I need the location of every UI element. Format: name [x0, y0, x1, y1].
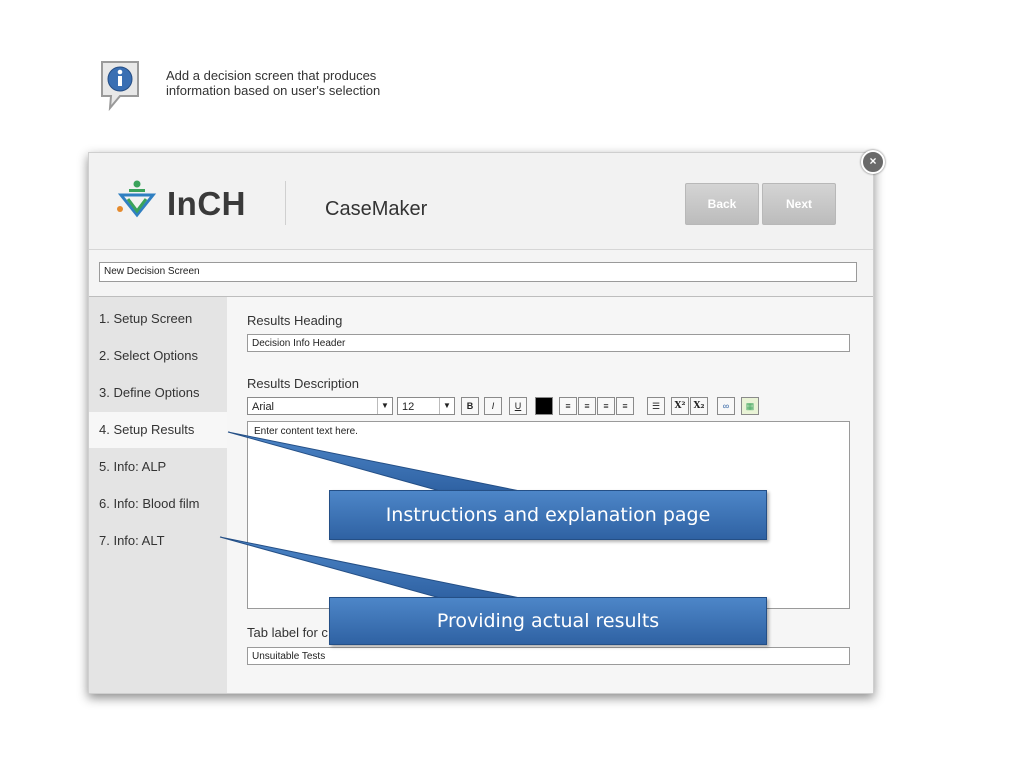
image-icon[interactable]: ▦	[741, 397, 759, 415]
chevron-down-icon: ▼	[377, 398, 392, 414]
close-button[interactable]: ×	[861, 150, 885, 174]
results-heading-input[interactable]: Decision Info Header	[247, 334, 850, 352]
back-button[interactable]: Back	[685, 183, 759, 225]
bullet-list-icon[interactable]: ☰	[647, 397, 665, 415]
align-right-icon[interactable]: ≡	[597, 397, 615, 415]
info-line-1: Add a decision screen that produces	[166, 68, 377, 83]
sidebar-item-select-options[interactable]: 2. Select Options	[89, 338, 227, 374]
underline-button[interactable]: U	[509, 397, 527, 415]
align-center-icon[interactable]: ≡	[578, 397, 596, 415]
align-left-icon[interactable]: ≡	[559, 397, 577, 415]
font-size-value: 12	[402, 401, 415, 413]
chevron-down-icon: ▼	[439, 398, 454, 414]
info-icon	[101, 61, 139, 112]
info-line-2: information based on user's selection	[166, 83, 381, 98]
header-divider	[285, 181, 286, 225]
inch-logo-text: InCH	[167, 185, 246, 222]
superscript-button[interactable]: X²	[671, 397, 689, 415]
screen-name-bar: New Decision Screen	[89, 250, 873, 297]
bold-button[interactable]: B	[461, 397, 479, 415]
step-sidebar: 1. Setup Screen 2. Select Options 3. Def…	[89, 297, 227, 693]
tab-label-label: Tab label for c	[247, 625, 328, 640]
callout-instructions: Instructions and explanation page	[329, 490, 767, 540]
sidebar-item-info-alp[interactable]: 5. Info: ALP	[89, 449, 227, 485]
app-title: CaseMaker	[325, 198, 428, 220]
results-heading-label: Results Heading	[247, 313, 343, 328]
sidebar-item-setup-results[interactable]: 4. Setup Results	[89, 412, 227, 448]
callout-results: Providing actual results	[329, 597, 767, 645]
font-size-select[interactable]: 12 ▼	[397, 397, 455, 415]
screen-name-input[interactable]: New Decision Screen	[99, 262, 857, 282]
sidebar-item-info-blood-film[interactable]: 6. Info: Blood film	[89, 486, 227, 522]
header: InCH CaseMaker Back Next	[89, 153, 873, 250]
editor-toolbar: Arial ▼ 12 ▼ B I U ≡ ≡ ≡ ≡ ☰ X² X₂ ∞ ▦	[247, 397, 847, 417]
font-family-select[interactable]: Arial ▼	[247, 397, 393, 415]
subscript-button[interactable]: X₂	[690, 397, 708, 415]
italic-button[interactable]: I	[484, 397, 502, 415]
next-button[interactable]: Next	[762, 183, 836, 225]
align-justify-icon[interactable]: ≡	[616, 397, 634, 415]
link-icon[interactable]: ∞	[717, 397, 735, 415]
results-description-label: Results Description	[247, 376, 359, 391]
sidebar-item-define-options[interactable]: 3. Define Options	[89, 375, 227, 411]
info-tip: Add a decision screen that produces info…	[166, 68, 380, 98]
tab-label-input[interactable]: Unsuitable Tests	[247, 647, 850, 665]
inch-logo-icon	[117, 180, 157, 218]
font-family-value: Arial	[252, 401, 275, 413]
text-color-button[interactable]	[535, 397, 553, 415]
sidebar-item-info-alt[interactable]: 7. Info: ALT	[89, 523, 227, 559]
sidebar-item-setup-screen[interactable]: 1. Setup Screen	[89, 301, 227, 337]
